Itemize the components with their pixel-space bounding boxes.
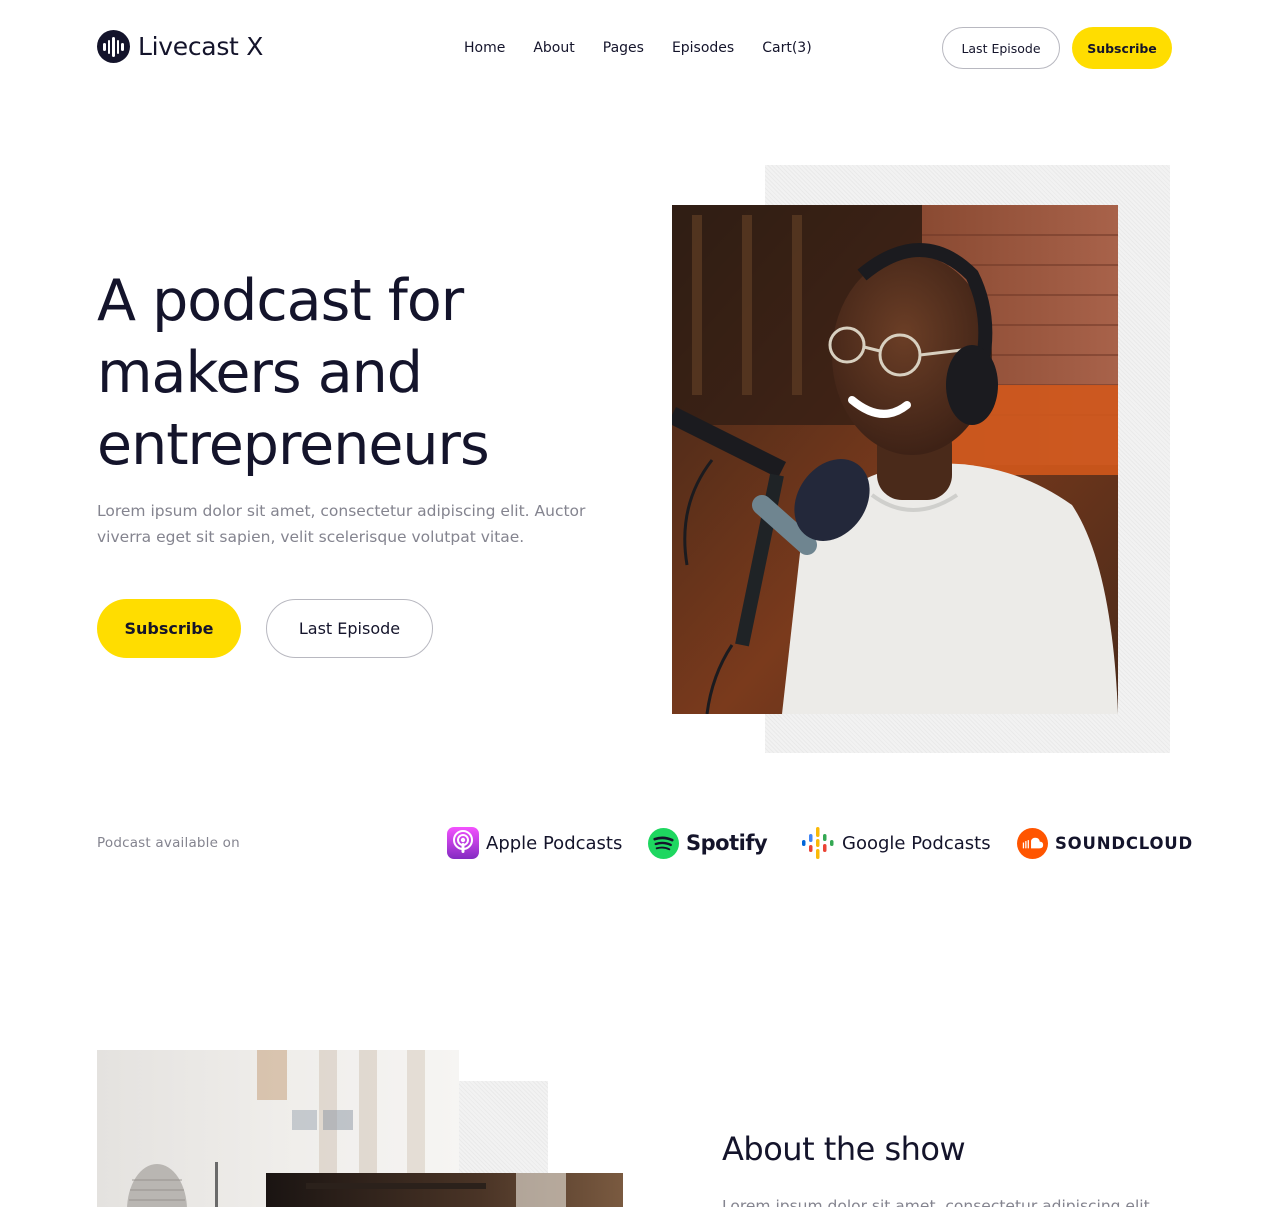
brand-name: Livecast X xyxy=(138,32,264,61)
about-description: Lorem ipsum dolor sit amet, consectetur … xyxy=(722,1197,1155,1207)
nav-home[interactable]: Home xyxy=(464,38,505,58)
hero-title: A podcast for makers and entrepreneurs xyxy=(97,268,490,478)
nav-cart[interactable]: Cart(3) xyxy=(762,38,811,58)
hero-subscribe-button[interactable]: Subscribe xyxy=(97,599,241,658)
about-title: About the show xyxy=(722,1130,966,1168)
hero-description: Lorem ipsum dolor sit amet, consectetur … xyxy=(97,502,586,546)
platforms-label: Podcast available on xyxy=(97,835,240,851)
google-podcasts-link[interactable]: Google Podcasts xyxy=(801,826,991,860)
main-nav: Home About Pages Episodes Cart(3) xyxy=(464,38,812,58)
about-host-image xyxy=(266,1173,623,1207)
nav-about[interactable]: About xyxy=(533,38,574,58)
spotify-link[interactable]: Spotify xyxy=(648,826,768,860)
spotify-label: Spotify xyxy=(686,831,768,855)
nav-pages[interactable]: Pages xyxy=(603,38,644,58)
soundcloud-icon xyxy=(1017,827,1048,859)
google-podcasts-icon xyxy=(802,827,834,859)
soundcloud-link[interactable]: SOUNDCLOUD xyxy=(1017,826,1193,860)
brand-logo[interactable]: Livecast X xyxy=(97,30,263,63)
header-subscribe-button[interactable]: Subscribe xyxy=(1072,27,1172,69)
hero-last-episode-button[interactable]: Last Episode xyxy=(266,599,433,658)
nav-episodes[interactable]: Episodes xyxy=(672,38,734,58)
google-podcasts-label: Google Podcasts xyxy=(842,832,991,854)
hero-podcaster-image xyxy=(672,205,1118,714)
apple-podcasts-label: Apple Podcasts xyxy=(486,832,623,854)
apple-podcasts-link[interactable]: Apple Podcasts xyxy=(447,826,622,860)
apple-podcasts-icon xyxy=(447,827,479,859)
soundwave-icon xyxy=(97,30,130,63)
header-last-episode-button[interactable]: Last Episode xyxy=(942,27,1060,69)
spotify-icon xyxy=(648,827,679,859)
soundcloud-label: SOUNDCLOUD xyxy=(1055,833,1193,853)
